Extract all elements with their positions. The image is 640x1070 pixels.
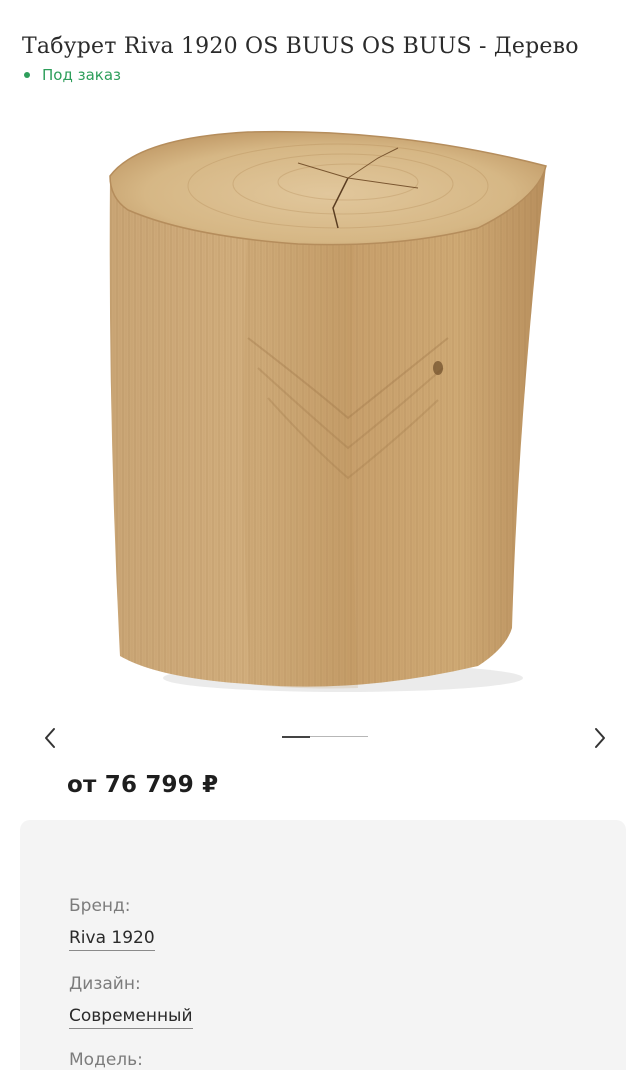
chevron-left-icon	[45, 728, 55, 748]
product-image[interactable]	[98, 118, 558, 706]
carousel-prev-button[interactable]	[34, 722, 66, 754]
design-label: Дизайн:	[69, 974, 141, 994]
availability-dot-icon	[24, 72, 30, 78]
specs-panel: Бренд: Riva 1920 Дизайн: Современный Мод…	[20, 820, 626, 1070]
availability-status: Под заказ	[22, 66, 121, 84]
carousel-next-button[interactable]	[584, 722, 616, 754]
wooden-stool-illustration	[109, 130, 547, 692]
product-title: Табурет Riva 1920 OS BUUS OS BUUS - Дере…	[22, 34, 579, 59]
brand-label: Бренд:	[69, 896, 131, 916]
carousel-indicator	[282, 735, 368, 738]
product-price: от 76 799 ₽	[67, 772, 219, 798]
availability-label: Под заказ	[42, 66, 121, 84]
chevron-right-icon	[595, 728, 605, 748]
carousel-indicator-active	[282, 735, 310, 738]
brand-link[interactable]: Riva 1920	[69, 928, 155, 951]
design-link[interactable]: Современный	[69, 1006, 193, 1029]
model-label: Модель:	[69, 1050, 143, 1070]
carousel-indicator-track	[310, 736, 368, 737]
